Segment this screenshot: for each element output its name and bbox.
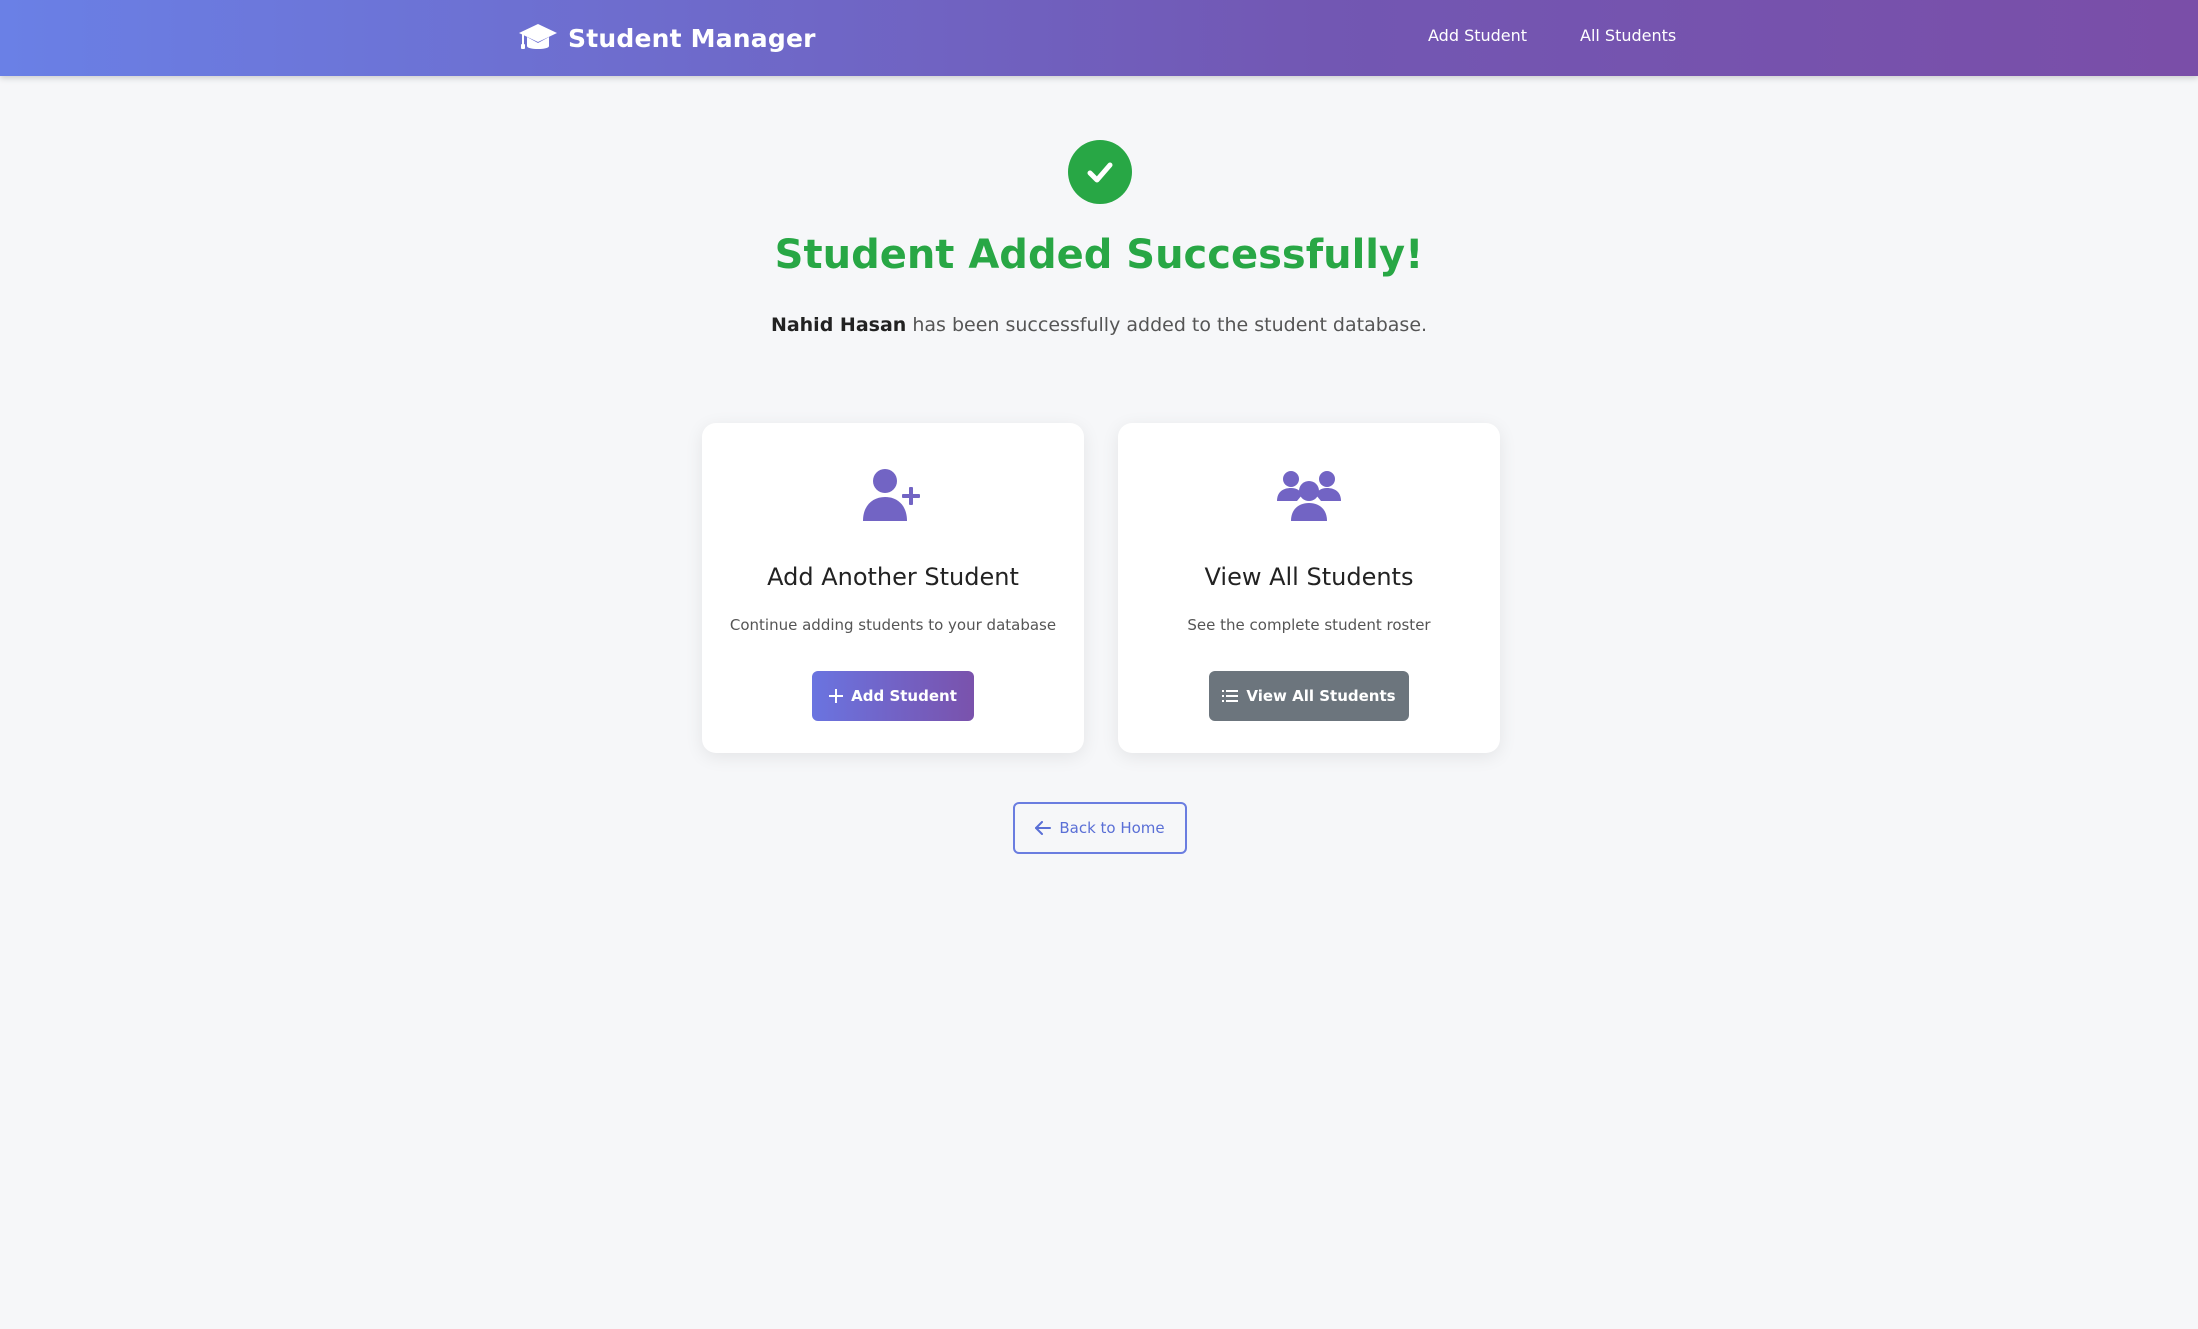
add-card-title: Add Another Student [767,563,1019,591]
back-to-home-label: Back to Home [1059,819,1165,837]
list-icon [1222,690,1239,702]
success-message-text: has been successfully added to the stude… [906,314,1428,336]
brand-title: Student Manager [568,23,816,53]
success-title: Student Added Successfully! [774,232,1424,278]
view-all-card: View All Students See the complete stude… [1118,423,1500,753]
view-card-description: See the complete student roster [1187,616,1431,634]
add-card-description: Continue adding students to your databas… [729,616,1057,634]
add-student-button[interactable]: Add Student [812,671,974,721]
nav-all-students[interactable]: All Students [1580,26,1676,45]
view-all-students-button[interactable]: View All Students [1209,671,1409,721]
add-student-button-label: Add Student [851,687,957,705]
view-card-title: View All Students [1204,563,1414,591]
success-message: Nahid Hasan has been successfully added … [0,314,2198,336]
student-name: Nahid Hasan [770,314,907,336]
add-another-card: Add Another Student Continue adding stud… [702,423,1084,753]
plus-icon [829,689,844,703]
graduation-cap-icon [519,24,557,49]
arrow-left-icon [1035,821,1052,835]
check-circle-icon [1068,140,1132,204]
users-icon [1118,467,1500,523]
back-to-home-button[interactable]: Back to Home [1013,802,1187,854]
navbar: Student Manager Add Student All Students [0,0,2198,76]
view-all-students-button-label: View All Students [1246,687,1396,705]
brand-link[interactable]: Student Manager [518,18,816,58]
user-plus-icon [702,467,1084,523]
nav-add-student[interactable]: Add Student [1428,26,1527,45]
